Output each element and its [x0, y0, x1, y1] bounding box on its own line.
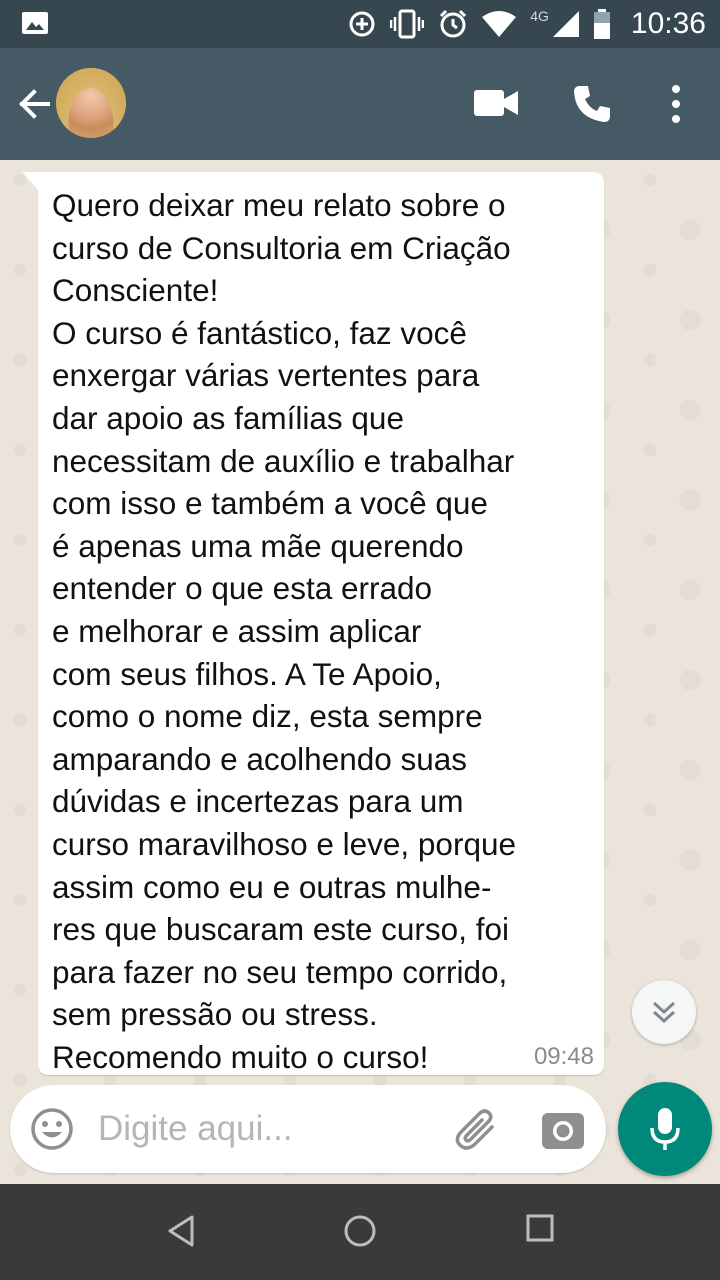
voice-record-button[interactable] — [618, 1082, 712, 1176]
message-text: Quero deixar meu relato sobre o curso de… — [52, 187, 516, 1075]
message-bubble[interactable]: Quero deixar meu relato sobre o curso de… — [22, 172, 604, 1075]
avatar-hair — [56, 68, 126, 138]
emoji-icon[interactable] — [30, 1107, 74, 1151]
attach-icon[interactable] — [454, 1107, 500, 1153]
system-nav-bar — [0, 1184, 720, 1280]
scroll-down-button[interactable] — [632, 980, 696, 1044]
back-arrow-icon[interactable] — [14, 86, 50, 122]
mic-icon — [650, 1108, 680, 1150]
status-bar: 4G 10:36 — [0, 0, 720, 48]
alarm-icon — [440, 9, 467, 38]
signal-icon — [552, 11, 579, 37]
nav-recents-icon[interactable] — [526, 1214, 554, 1242]
more-vert-icon[interactable] — [668, 84, 684, 124]
double-chevron-down-icon — [652, 1001, 676, 1024]
wifi-icon — [482, 11, 517, 37]
image-icon — [22, 12, 48, 34]
phone-icon[interactable] — [572, 84, 612, 124]
status-time: 10:36 — [630, 7, 706, 40]
nav-back-icon[interactable] — [166, 1214, 196, 1248]
camera-icon[interactable] — [542, 1109, 584, 1149]
chat-header — [0, 48, 720, 160]
network-type-label: 4G — [530, 8, 549, 24]
data-saver-icon — [349, 11, 375, 37]
battery-icon — [593, 9, 610, 39]
message-composer[interactable]: Digite aqui... — [10, 1085, 606, 1173]
video-call-icon[interactable] — [474, 88, 518, 118]
message-time: 09:48 — [533, 1043, 594, 1070]
vibrate-icon — [390, 9, 425, 39]
message-input[interactable]: Digite aqui... — [98, 1109, 293, 1149]
avatar[interactable] — [56, 68, 126, 138]
nav-home-icon[interactable] — [343, 1214, 377, 1248]
